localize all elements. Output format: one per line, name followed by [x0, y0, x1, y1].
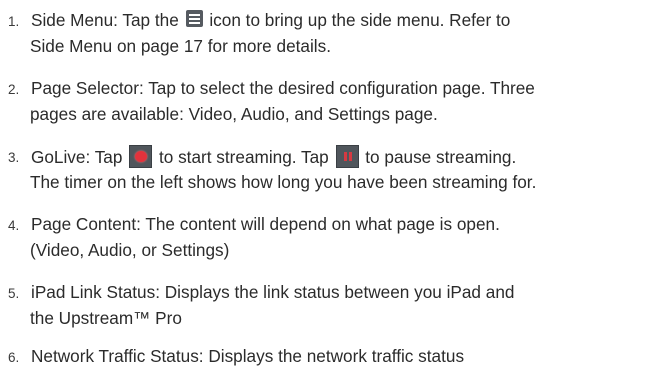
- record-icon: [129, 145, 153, 168]
- item-text-line: GoLive: Tap to start streaming. Tap to p…: [31, 145, 517, 168]
- list-number: 6.: [8, 350, 20, 365]
- item-text-line: Network Traffic Status: Displays the net…: [31, 346, 465, 366]
- item-text-line: Side Menu on page 17 for more details.: [30, 36, 331, 56]
- list-number: 2.: [8, 82, 20, 97]
- item-text: to pause streaming.: [365, 147, 517, 167]
- list-number: 5.: [8, 286, 20, 301]
- item-text-line: The timer on the left shows how long you…: [30, 172, 537, 192]
- item-text-line: iPad Link Status: Displays the link stat…: [31, 282, 515, 302]
- item-text-line: pages are available: Video, Audio, and S…: [30, 104, 438, 124]
- item-text: icon to bring up the side menu. Refer to: [209, 10, 511, 30]
- list-number: 1.: [8, 14, 20, 29]
- item-text-line: Page Selector: Tap to select the desired…: [31, 78, 535, 98]
- list-number: 3.: [8, 150, 20, 165]
- item-text-line: Side Menu: Tap the icon to bring up the …: [31, 9, 510, 31]
- item-text-line: (Video, Audio, or Settings): [30, 240, 230, 260]
- menu-icon: [185, 10, 203, 27]
- item-text-line: Page Content: The content will depend on…: [31, 214, 500, 234]
- item-text: Side Menu: Tap the: [31, 10, 179, 30]
- list-number: 4.: [8, 218, 20, 233]
- item-text: to start streaming. Tap: [158, 147, 329, 167]
- item-text-line: the Upstream™ Pro: [30, 308, 182, 328]
- item-text: GoLive: Tap: [31, 147, 123, 167]
- pause-icon: [335, 145, 359, 168]
